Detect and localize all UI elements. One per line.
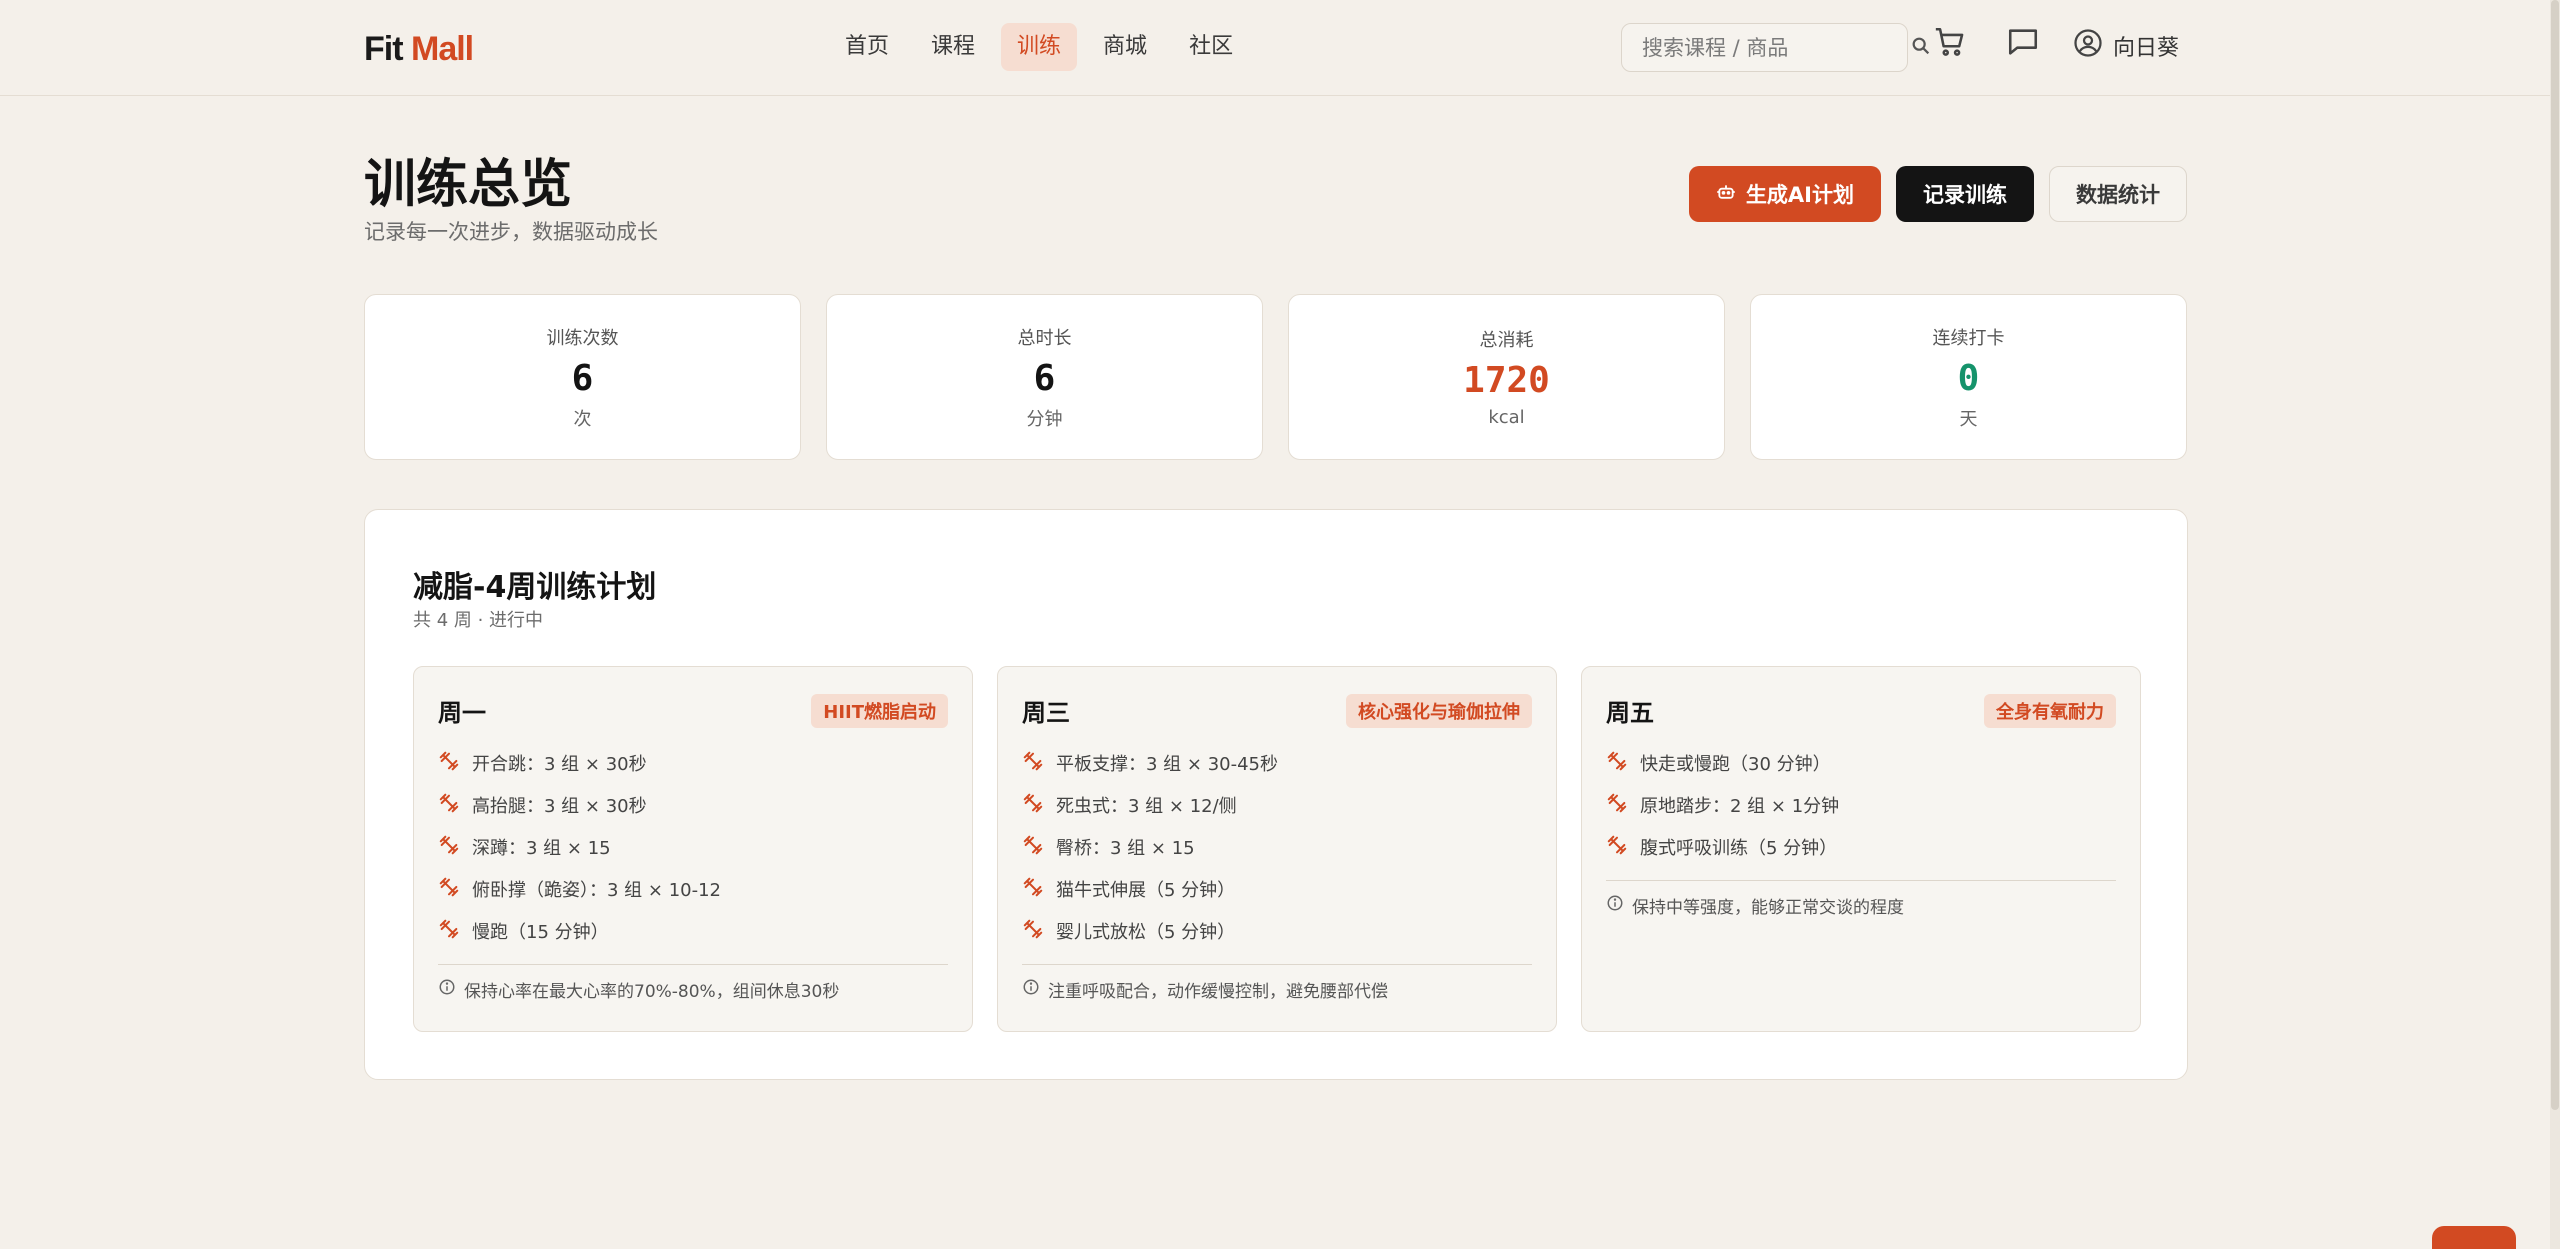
stat-value: 0	[1957, 357, 1980, 399]
dumbbell-icon	[438, 918, 460, 945]
search-icon[interactable]	[1910, 35, 1932, 61]
exercise-list: 快走或慢跑（30 分钟） 原地踏步：2 组 × 1分钟 腹式呼吸训练（5 分钟）	[1606, 742, 2116, 868]
exercise-item: 快走或慢跑（30 分钟）	[1606, 742, 2116, 784]
day-focus-tag: HIIT燃脂启动	[811, 693, 948, 728]
day-note: 保持中等强度，能够正常交谈的程度	[1606, 893, 2116, 918]
plan-day-monday: 周一 HIIT燃脂启动 开合跳：3 组 × 30秒 高抬腿：3 组 × 30秒 …	[413, 666, 973, 1032]
generate-ai-plan-label: 生成AI计划	[1745, 183, 1854, 207]
plan-days: 周一 HIIT燃脂启动 开合跳：3 组 × 30秒 高抬腿：3 组 × 30秒 …	[413, 666, 2141, 1032]
search-input[interactable]	[1642, 35, 1910, 60]
plan-title: 减脂-4周训练计划	[413, 570, 657, 605]
top-nav-bar: Fit Mall 首页 课程 训练 商城 社区 向日葵	[0, 0, 2560, 96]
user-menu[interactable]: 向日葵	[2073, 28, 2179, 64]
cart-icon[interactable]	[1930, 22, 1970, 62]
dumbbell-icon	[438, 834, 460, 861]
divider	[1606, 880, 2116, 881]
dumbbell-icon	[1022, 834, 1044, 861]
search-box	[1621, 23, 1930, 72]
divider	[1022, 964, 1532, 965]
stat-value: 1720	[1463, 360, 1550, 401]
day-note: 注重呼吸配合，动作缓慢控制，避免腰部代偿	[1022, 977, 1532, 1002]
record-training-button[interactable]: 记录训练	[1896, 166, 2034, 222]
stat-unit: 分钟	[1026, 408, 1063, 430]
page-scrollbar[interactable]	[2550, 0, 2560, 1249]
scrollbar-thumb[interactable]	[2551, 0, 2559, 1110]
stat-card-sessions: 训练次数 6 次	[364, 294, 801, 460]
exercise-item: 死虫式：3 组 × 12/侧	[1022, 784, 1532, 826]
info-icon	[1606, 894, 1624, 917]
day-name: 周三	[1022, 699, 1070, 727]
exercise-item: 慢跑（15 分钟）	[438, 910, 948, 952]
nav-item-home[interactable]: 首页	[829, 23, 905, 71]
dumbbell-icon	[1022, 918, 1044, 945]
exercise-item: 开合跳：3 组 × 30秒	[438, 742, 948, 784]
day-focus-tag: 核心强化与瑜伽拉伸	[1346, 693, 1532, 728]
dumbbell-icon	[1022, 792, 1044, 819]
stat-card-streak: 连续打卡 0 天	[1750, 294, 2187, 460]
user-name: 向日葵	[2113, 36, 2180, 61]
info-icon	[1022, 978, 1040, 1001]
nav-item-courses[interactable]: 课程	[915, 23, 991, 71]
stat-card-calories: 总消耗 1720 kcal	[1288, 294, 1725, 460]
day-name: 周五	[1606, 699, 1654, 727]
exercise-list: 平板支撑：3 组 × 30-45秒 死虫式：3 组 × 12/侧 臀桥：3 组 …	[1022, 742, 1532, 952]
exercise-item: 腹式呼吸训练（5 分钟）	[1606, 826, 2116, 868]
plan-day-friday: 周五 全身有氧耐力 快走或慢跑（30 分钟） 原地踏步：2 组 × 1分钟 腹式…	[1581, 666, 2141, 1032]
exercise-item: 深蹲：3 组 × 15	[438, 826, 948, 868]
exercise-item: 平板支撑：3 组 × 30-45秒	[1022, 742, 1532, 784]
divider	[438, 964, 948, 965]
stat-label: 总消耗	[1479, 330, 1534, 351]
plan-day-wednesday: 周三 核心强化与瑜伽拉伸 平板支撑：3 组 × 30-45秒 死虫式：3 组 ×…	[997, 666, 1557, 1032]
stat-value: 6	[1033, 357, 1056, 399]
dumbbell-icon	[438, 750, 460, 777]
exercise-list: 开合跳：3 组 × 30秒 高抬腿：3 组 × 30秒 深蹲：3 组 × 15 …	[438, 742, 948, 952]
exercise-item: 俯卧撑（跪姿）：3 组 × 10-12	[438, 868, 948, 910]
stat-unit: kcal	[1488, 407, 1525, 428]
nav-item-community[interactable]: 社区	[1173, 23, 1249, 71]
floating-action-button[interactable]	[2432, 1226, 2516, 1249]
dumbbell-icon	[1022, 750, 1044, 777]
training-plan-card: 减脂-4周训练计划 共 4 周 · 进行中 周一 HIIT燃脂启动 开合跳：3 …	[364, 509, 2188, 1080]
dumbbell-icon	[1606, 750, 1628, 777]
day-note: 保持心率在最大心率的70%-80%，组间休息30秒	[438, 977, 948, 1002]
info-icon	[438, 978, 456, 1001]
plan-meta: 共 4 周 · 进行中	[413, 610, 544, 631]
stats-row: 训练次数 6 次 总时长 6 分钟 总消耗 1720 kcal 连续打卡 0 天	[364, 294, 2187, 460]
dumbbell-icon	[1022, 876, 1044, 903]
generate-ai-plan-button[interactable]: 生成AI计划	[1688, 166, 1881, 222]
message-icon[interactable]	[2003, 22, 2043, 62]
day-focus-tag: 全身有氧耐力	[1984, 693, 2116, 728]
exercise-item: 猫牛式伸展（5 分钟）	[1022, 868, 1532, 910]
exercise-item: 原地踏步：2 组 × 1分钟	[1606, 784, 2116, 826]
page-title: 训练总览	[364, 155, 573, 215]
dumbbell-icon	[438, 876, 460, 903]
logo[interactable]: Fit Mall	[364, 30, 474, 69]
data-stats-button[interactable]: 数据统计	[2049, 166, 2187, 222]
stat-card-duration: 总时长 6 分钟	[826, 294, 1263, 460]
dumbbell-icon	[438, 792, 460, 819]
robot-icon	[1716, 182, 1736, 207]
page-actions: 生成AI计划 记录训练 数据统计	[1688, 166, 2187, 222]
stat-label: 连续打卡	[1932, 327, 2005, 349]
main-nav: 首页 课程 训练 商城 社区	[829, 23, 1249, 71]
page-subtitle: 记录每一次进步，数据驱动成长	[364, 220, 658, 244]
stat-unit: 天	[1959, 408, 1978, 430]
exercise-item: 婴儿式放松（5 分钟）	[1022, 910, 1532, 952]
dumbbell-icon	[1606, 834, 1628, 861]
nav-item-training[interactable]: 训练	[1001, 23, 1078, 71]
day-name: 周一	[438, 699, 486, 727]
stat-label: 总时长	[1017, 327, 1072, 349]
user-circle-icon	[2073, 28, 2103, 64]
stat-unit: 次	[573, 408, 592, 430]
dumbbell-icon	[1606, 792, 1628, 819]
exercise-item: 臀桥：3 组 × 15	[1022, 826, 1532, 868]
nav-item-shop[interactable]: 商城	[1087, 23, 1163, 71]
exercise-item: 高抬腿：3 组 × 30秒	[438, 784, 948, 826]
stat-value: 6	[571, 357, 594, 399]
stat-label: 训练次数	[546, 327, 619, 349]
